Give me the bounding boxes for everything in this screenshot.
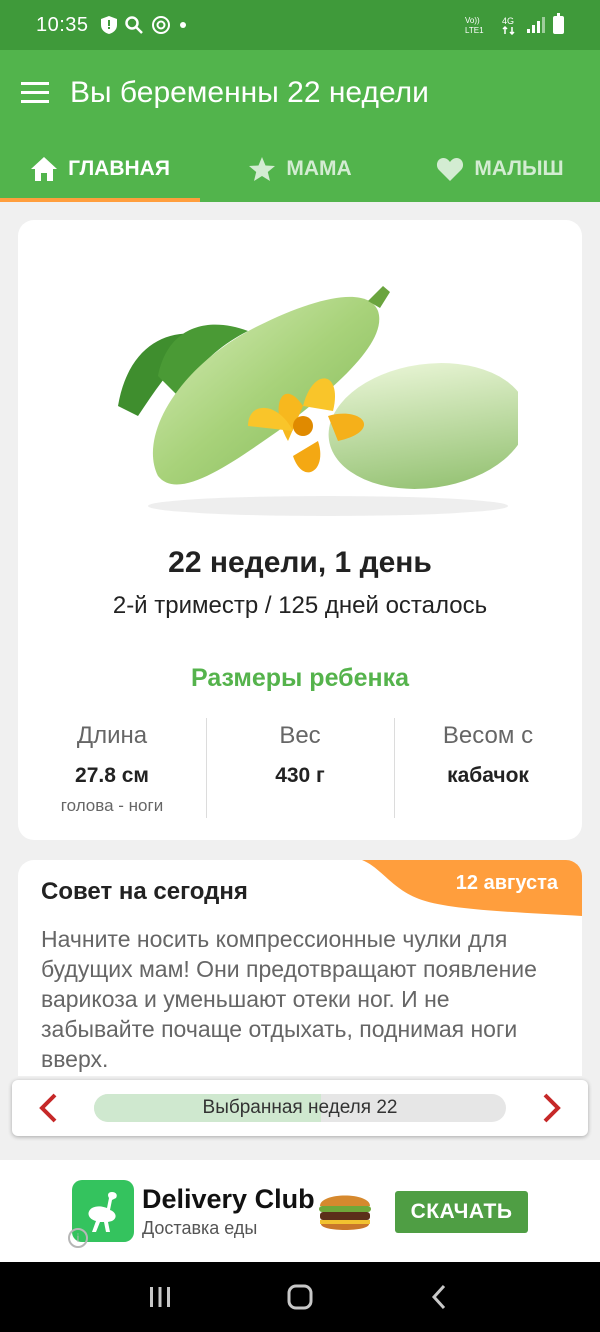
tip-date: 12 августа [455,872,558,894]
stat-length: Длина 27.8 см голова - ноги [18,718,206,818]
stat-value: 27.8 см [75,764,149,787]
stat-label: Весом с [442,722,534,749]
stat-sub: голова - ноги [60,796,164,815]
tab-label: ГЛАВНАЯ [68,157,170,180]
tab-baby[interactable]: МАЛЫШ [400,136,600,202]
stat-compare: Весом с кабачок [394,718,582,818]
tip-text: Начните носить компрессионные чулки для … [41,926,537,1072]
search-icon [124,16,143,34]
selected-week-label: Выбранная неделя 22 [202,1097,398,1118]
ad-banner[interactable]: Delivery Club Доставка еды СКАЧАТЬ i [0,1160,600,1262]
week-progress-bar[interactable]: Выбранная неделя 22 [94,1094,506,1122]
baby-stats: Длина 27.8 см голова - ноги Вес 430 г Ве… [18,718,582,818]
week-navigator: Выбранная неделя 22 [12,1080,588,1136]
tip-title: Совет на сегодня [41,878,248,905]
back-icon[interactable] [425,1282,455,1312]
burger-icon [319,1195,371,1230]
daily-tip-card: 12 августа Совет на сегодня Начните носи… [18,860,582,1076]
signal-icon [527,17,545,33]
next-week-button[interactable] [522,1080,582,1136]
prev-week-button[interactable] [18,1080,78,1136]
tab-label: МАЛЫШ [474,157,564,180]
download-button[interactable]: СКАЧАТЬ [395,1191,528,1233]
battery-icon [553,13,564,34]
tab-label: МАМА [286,157,352,180]
shield-icon [100,16,117,34]
system-nav-bar [0,1262,600,1332]
week-summary-card: 22 недели, 1 день 2-й триместр / 125 дне… [18,220,582,840]
zucchini-image [118,286,518,516]
tab-mom[interactable]: МАМА [200,136,400,202]
trimester-text: 2-й триместр / 125 дней осталось [112,592,488,619]
app-bar: Вы беременны 22 недели [0,50,600,136]
stat-weight: Вес 430 г [206,718,394,818]
home-icon [31,157,58,181]
4g-icon: 4G [502,16,515,35]
svg-text:LTE1: LTE1 [465,26,484,35]
ad-subtitle: Доставка еды [142,1218,258,1238]
week-day-heading: 22 недели, 1 день [168,546,432,579]
svg-text:Vo)): Vo)) [465,16,480,25]
heart-icon [437,158,464,181]
at-icon [151,16,170,34]
menu-icon[interactable] [0,50,70,136]
ad-title: Delivery Club [142,1184,315,1214]
ad-info-icon[interactable]: i [68,1228,88,1248]
svg-text:4G: 4G [502,16,514,26]
stat-value: кабачок [447,764,529,787]
star-icon [249,157,276,181]
network-lte-icon: Vo))LTE1 [465,16,484,35]
home-button-icon[interactable] [285,1282,315,1312]
stat-value: 430 г [275,764,325,787]
chevron-right-icon [543,1093,561,1123]
recent-apps-icon[interactable] [145,1282,175,1312]
ostrich-icon [88,1192,117,1232]
tab-bar: ГЛАВНАЯ МАМА МАЛЫШ [0,136,600,202]
status-bar: 10:35 Vo)) LTE1 4G [0,0,600,50]
stat-label: Длина [76,722,148,749]
baby-sizes-title: Размеры ребенка [190,664,410,692]
chevron-left-icon [39,1093,57,1123]
page-title: Вы беременны 22 недели [70,76,429,109]
status-time: 10:35 [36,13,89,36]
tab-main[interactable]: ГЛАВНАЯ [0,136,200,202]
stat-label: Вес [279,722,321,749]
dot-icon [179,22,186,28]
